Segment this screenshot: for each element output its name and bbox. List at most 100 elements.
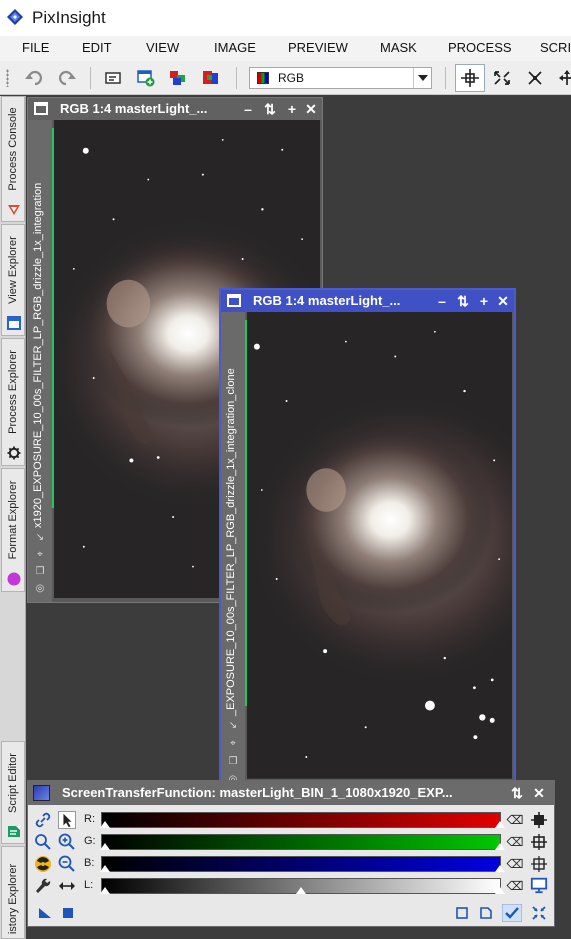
highlights-marker[interactable] [495, 865, 505, 872]
wrench-icon[interactable] [34, 877, 52, 895]
auto-stretch-icon[interactable] [530, 811, 548, 829]
zoom-to-fit-icon[interactable] [524, 68, 546, 88]
minimize-button[interactable]: – [434, 292, 450, 310]
green-channel-slider[interactable] [100, 834, 505, 850]
horizontal-resize-icon[interactable] [58, 877, 76, 895]
apply-global-icon[interactable] [62, 907, 74, 919]
pan-icon[interactable] [556, 68, 571, 88]
toolbar-grip[interactable] [6, 69, 9, 87]
collapse-icon[interactable] [532, 906, 546, 920]
toolbar-separator [90, 67, 91, 89]
maximize-button[interactable]: + [476, 292, 492, 310]
target-mini-icon[interactable]: ◎ [34, 583, 46, 595]
menu-mask[interactable]: MASK [380, 40, 417, 55]
tab-history-explorer[interactable]: istory Explorer [1, 846, 25, 939]
tab-label: Format Explorer [7, 480, 19, 560]
redo-icon[interactable] [56, 68, 78, 88]
pan-mini-icon[interactable]: ⌖ [34, 549, 46, 561]
menu-preview[interactable]: PREVIEW [288, 40, 348, 55]
browse-documentation-icon[interactable] [456, 907, 468, 919]
luminance-channel-slider[interactable] [100, 878, 505, 894]
reset-channel-icon[interactable]: ⌫ [506, 877, 524, 895]
menu-image[interactable]: IMAGE [214, 40, 256, 55]
stf-row-blue: B: ⌫ [28, 853, 556, 875]
nebula-image[interactable] [247, 312, 512, 779]
channel-label-l: L: [84, 879, 94, 891]
navigate-mode-icon [461, 69, 479, 87]
menu-edit[interactable]: EDIT [82, 40, 112, 55]
main-toolbar: RGB [0, 61, 571, 95]
tab-view-explorer[interactable]: View Explorer [1, 224, 25, 336]
close-button[interactable]: ✕ [303, 100, 319, 118]
shadows-marker[interactable] [100, 887, 110, 894]
view-selector[interactable]: RGB [249, 67, 432, 89]
menu-script[interactable]: SCRI [540, 40, 571, 55]
shade-button[interactable]: ⇅ [455, 292, 471, 310]
reset-icon[interactable] [480, 907, 492, 919]
reset-channel-icon[interactable]: ⌫ [506, 833, 524, 851]
tab-script-editor[interactable]: Script Editor [1, 741, 25, 844]
navigate-mode-button[interactable] [455, 64, 485, 92]
app-title: PixInsight [32, 8, 106, 27]
window-titlebar[interactable]: RGB 1:4 masterLight_... – ⇅ + ✕ [28, 98, 322, 120]
close-button[interactable]: ✕ [532, 784, 546, 802]
chevron-down-icon[interactable] [413, 68, 431, 88]
highlights-marker[interactable] [495, 887, 505, 894]
stf-row-green: G: ⌫ [28, 831, 556, 853]
process-console-icon [8, 205, 20, 215]
stf-row-luminance: L: ⌫ [28, 875, 556, 897]
gear-icon [7, 446, 21, 460]
tab-process-explorer[interactable]: Process Explorer [1, 338, 25, 466]
image-window-active[interactable]: RGB 1:4 masterLight_... – ⇅ + ✕ _EXPOSUR… [219, 288, 516, 784]
new-image-icon[interactable] [135, 68, 157, 88]
highlights-marker[interactable] [495, 843, 505, 850]
undo-icon[interactable] [23, 68, 45, 88]
shadows-marker[interactable] [100, 843, 110, 850]
new-instance-icon[interactable] [38, 907, 52, 919]
view-id-label: x1920_EXPOSURE_10_00s_FILTER_LP_RGB_driz… [32, 182, 44, 528]
pan-mini-icon[interactable]: ⌖ [227, 738, 239, 750]
menu-file[interactable]: FILE [22, 40, 49, 55]
tab-label: View Explorer [7, 236, 19, 304]
close-button[interactable]: ✕ [495, 292, 511, 310]
copy-mini-icon[interactable]: ❐ [34, 566, 46, 578]
view-selector-value: RGB [278, 71, 305, 85]
tab-label: Process Explorer [7, 350, 19, 434]
stf-titlebar[interactable]: ScreenTransferFunction: masterLight_BIN_… [28, 781, 554, 805]
apply-checkmark-icon[interactable] [502, 904, 522, 922]
copy-mini-icon[interactable]: ❐ [227, 756, 239, 768]
fit-view-icon[interactable] [491, 68, 513, 88]
tab-process-console[interactable]: Process Console [1, 96, 25, 222]
monitor-icon[interactable] [530, 876, 548, 894]
shade-button[interactable]: ⇅ [510, 784, 524, 802]
shadows-marker[interactable] [100, 821, 110, 828]
boosted-stretch-icon[interactable] [530, 833, 548, 851]
pointer-icon[interactable] [58, 811, 76, 829]
shadows-marker[interactable] [100, 865, 110, 872]
menu-view[interactable]: VIEW [146, 40, 179, 55]
crosshair-icon[interactable] [530, 855, 548, 873]
zoom-in-icon[interactable] [34, 833, 52, 851]
blue-channel-slider[interactable] [100, 856, 505, 872]
link-channels-icon[interactable] [34, 811, 52, 829]
maximize-button[interactable]: + [284, 100, 300, 118]
reset-channel-icon[interactable]: ⌫ [506, 811, 524, 829]
window-titlebar[interactable]: RGB 1:4 masterLight_... – ⇅ + ✕ [221, 290, 514, 312]
zoom-out-mini-icon[interactable]: ↘ [227, 720, 239, 732]
shade-button[interactable]: ⇅ [262, 100, 278, 118]
menu-bar: FILE EDIT VIEW IMAGE PREVIEW MASK PROCES… [0, 36, 571, 61]
minimize-button[interactable]: – [240, 100, 256, 118]
zoom-out-icon[interactable] [58, 855, 76, 873]
extract-channel-icon[interactable] [200, 68, 222, 88]
radiation-icon[interactable] [34, 855, 52, 873]
reset-channel-icon[interactable]: ⌫ [506, 855, 524, 873]
duplicate-view-icon[interactable] [102, 68, 124, 88]
menu-process[interactable]: PROCESS [448, 40, 512, 55]
midtones-marker[interactable] [296, 887, 306, 894]
red-channel-slider[interactable] [100, 812, 505, 828]
rgb-channels-icon[interactable] [167, 68, 189, 88]
zoom-plus-icon[interactable] [58, 833, 76, 851]
highlights-marker[interactable] [495, 821, 505, 828]
zoom-out-mini-icon[interactable]: ↘ [34, 532, 46, 544]
tab-format-explorer[interactable]: Format Explorer [1, 468, 25, 592]
